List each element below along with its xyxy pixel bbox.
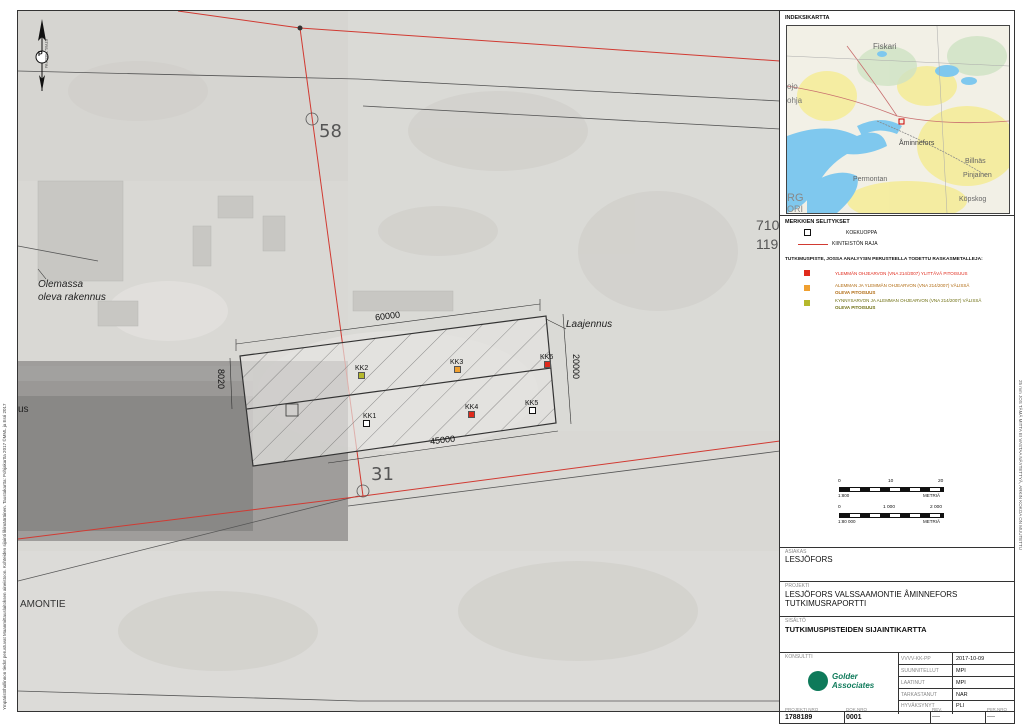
scale-bar-2: [839, 513, 944, 518]
legend-title: MERKKIEN SELITYKSET: [785, 219, 850, 225]
alempi-legend-icon: [804, 285, 810, 291]
building-label-line2: oleva rakennus: [38, 292, 106, 303]
index-place-pinjainen: Pinjainen: [963, 172, 992, 179]
parcel-number-31: 31: [371, 464, 394, 485]
row-suunnitellut-value: MPI: [956, 668, 966, 674]
parcel-number-58: 58: [319, 121, 342, 142]
building-label-line1: Olemassa: [38, 279, 84, 290]
ylempi-legend-icon: [804, 270, 810, 276]
scale1-tick-0: 0: [838, 479, 841, 484]
index-map[interactable]: Fiskari Åminnefors Billnäs Pinjainen Per…: [786, 25, 1010, 214]
metadata-strip: Ympäristöhallinnon tiedot perustuvat Maa…: [2, 70, 12, 711]
alempi-marker-icon: [454, 366, 461, 373]
koekuoppa-marker-icon: [363, 420, 370, 427]
index-map-canvas: [787, 26, 1009, 213]
row-tarkastanut-value: NAR: [956, 692, 968, 698]
asiakas-value: LESJÖFORS: [785, 555, 833, 564]
dimension-width-left: 8020: [216, 369, 226, 390]
index-place-billnas: Billnäs: [965, 158, 986, 165]
index-place-permontan: Permontan: [853, 176, 888, 183]
scale1-unit: METRIÄ: [923, 493, 941, 498]
sample-point-kk4[interactable]: KK4: [465, 404, 478, 418]
sample-point-kk5[interactable]: KK5: [525, 400, 538, 414]
legend-item-ylempi: YLEMMÄN OHJEARVON (VNA 214/2007) YLITTÄV…: [835, 271, 968, 276]
projekti-line1: LESJÖFORS VALSSAAMONTIE ÅMINNEFORS: [785, 590, 958, 599]
sisalto-label: SISÄLTÖ: [785, 618, 806, 624]
row-laatinut-label: LAATINUT: [901, 680, 925, 686]
logo-line1: Golder: [832, 672, 858, 681]
sheet-size-strip: 25 mm JOS TÄMÄ MITTA EI VASTAA NÄYTETTYÄ…: [1014, 380, 1023, 700]
scale2-tick-0: 0: [838, 505, 841, 510]
parcel-number-119: 119: [756, 236, 779, 252]
legend-panel: INDEKSIKARTTA Fiskari Åminnefors Billnäs…: [779, 10, 1015, 724]
metadata-strip-text: Ympäristöhallinnon tiedot perustuvat Maa…: [2, 403, 7, 711]
sample-point-kk6[interactable]: KK6: [540, 354, 553, 368]
golder-logo-icon: [808, 671, 828, 691]
scale2-tick-2: 2 000: [930, 505, 943, 510]
extension-label: Laajennus: [566, 319, 613, 330]
index-place-ojo: ojo: [787, 82, 798, 91]
sisalto-value: TUTKIMUSPISTEIDEN SIJAINTIKARTTA: [785, 625, 927, 634]
legend-item-kynnys-2: OLEVA PITOISUUS: [835, 305, 876, 310]
index-map-title: INDEKSIKARTTA: [785, 15, 830, 21]
row-hyvaksynyt-value: PLI: [956, 703, 965, 709]
konsultti-label: KONSULTTI: [785, 654, 813, 660]
map-canvas: [18, 11, 780, 711]
legend-item-alempi-1: ALEMMAN JA YLEMMÄN OHJEARVON (VNA 214/20…: [835, 283, 970, 288]
scale2-unit: METRIÄ: [923, 519, 941, 524]
piir-nro-value: ----: [987, 714, 995, 720]
index-place-ohja: ohja: [787, 96, 803, 105]
logo-line2: Associates: [832, 681, 875, 690]
legend-kiinteiston-raja: KIINTEISTÖN RAJA: [832, 241, 878, 247]
legend-item-alempi-2: OLEVA PITOISUUS: [835, 290, 876, 295]
sample-point-kk2[interactable]: KK2: [355, 365, 368, 379]
scale1-tick-2: 20: [938, 479, 944, 484]
dok-nro-value: 0001: [846, 714, 862, 721]
rev-value: ----: [932, 714, 940, 720]
main-map[interactable]: P ETRS-TM35FIN 58 31 710 119 Olemassa ol…: [17, 10, 781, 712]
ylempi-marker-icon: [544, 361, 551, 368]
dok-nro-label: DOK.NRO: [846, 707, 868, 712]
north-arrow-label: P: [38, 51, 43, 58]
koekuoppa-marker-icon: [529, 407, 536, 414]
scale-bar-1: [839, 487, 944, 492]
legend-koekuoppa: KOEKUOPPA: [846, 230, 878, 236]
index-place-aminnefors: Åminnefors: [899, 140, 935, 147]
legend-item-kynnys-1: KYNNYSARVON JA ALEMMAN OHJEARVON (VNA 21…: [835, 298, 982, 303]
rev-label: REV.: [932, 707, 943, 712]
projekti-nro-label: PROJEKTI NRO: [785, 707, 819, 712]
index-place-ori: ORI: [787, 204, 804, 214]
ylempi-marker-icon: [468, 411, 475, 418]
coordinate-system-label: ETRS-TM35FIN: [44, 39, 49, 68]
scale1-ratio: 1:800: [838, 493, 850, 498]
building-label-left: us: [18, 404, 29, 415]
row-hyvaksynyt-label: HYVÄKSYNYT: [901, 703, 935, 709]
row-date-label: VVVV-KK-PP: [901, 656, 931, 662]
scale1-tick-1: 10: [888, 479, 894, 484]
index-place-rg: RG: [787, 192, 804, 204]
row-laatinut-value: MPI: [956, 680, 966, 686]
projekti-label: PROJEKTI: [785, 583, 810, 589]
property-line-legend-icon: [798, 244, 828, 245]
row-suunnitellut-label: SUUNNITELLUT: [901, 668, 939, 674]
index-place-kopskog: Köpskog: [959, 196, 987, 203]
scale2-ratio: 1:80 000: [838, 519, 856, 524]
sheet-size-text: 25 mm JOS TÄMÄ MITTA EI VASTAA NÄYTETTYÄ…: [1018, 380, 1023, 550]
row-tarkastanut-label: TARKASTANUT: [901, 692, 937, 698]
sample-point-kk3[interactable]: KK3: [450, 359, 463, 373]
scale2-tick-1: 1 000: [883, 505, 896, 510]
row-date-value: 2017-10-09: [956, 656, 985, 662]
projekti-nro-value: 1788189: [785, 714, 813, 721]
kynnysarvo-marker-icon: [358, 372, 365, 379]
piir-nro-label: PIIR.NRO: [987, 707, 1008, 712]
road-label: AMONTIE: [20, 599, 66, 610]
parcel-number-710: 710: [756, 217, 780, 233]
kynnysarvo-legend-icon: [804, 300, 810, 306]
legend-section-title: TUTKIMUSPISTE, JOSSA ANALYYSIN PERUSTEEL…: [785, 257, 983, 262]
dimension-width-right: 20000: [571, 354, 581, 380]
projekti-line2: TUTKIMUSRAPORTTI: [785, 599, 867, 608]
index-place-fiskari: Fiskari: [873, 42, 897, 51]
koekuoppa-legend-icon: [804, 229, 811, 236]
sample-point-kk1[interactable]: KK1: [363, 413, 376, 427]
